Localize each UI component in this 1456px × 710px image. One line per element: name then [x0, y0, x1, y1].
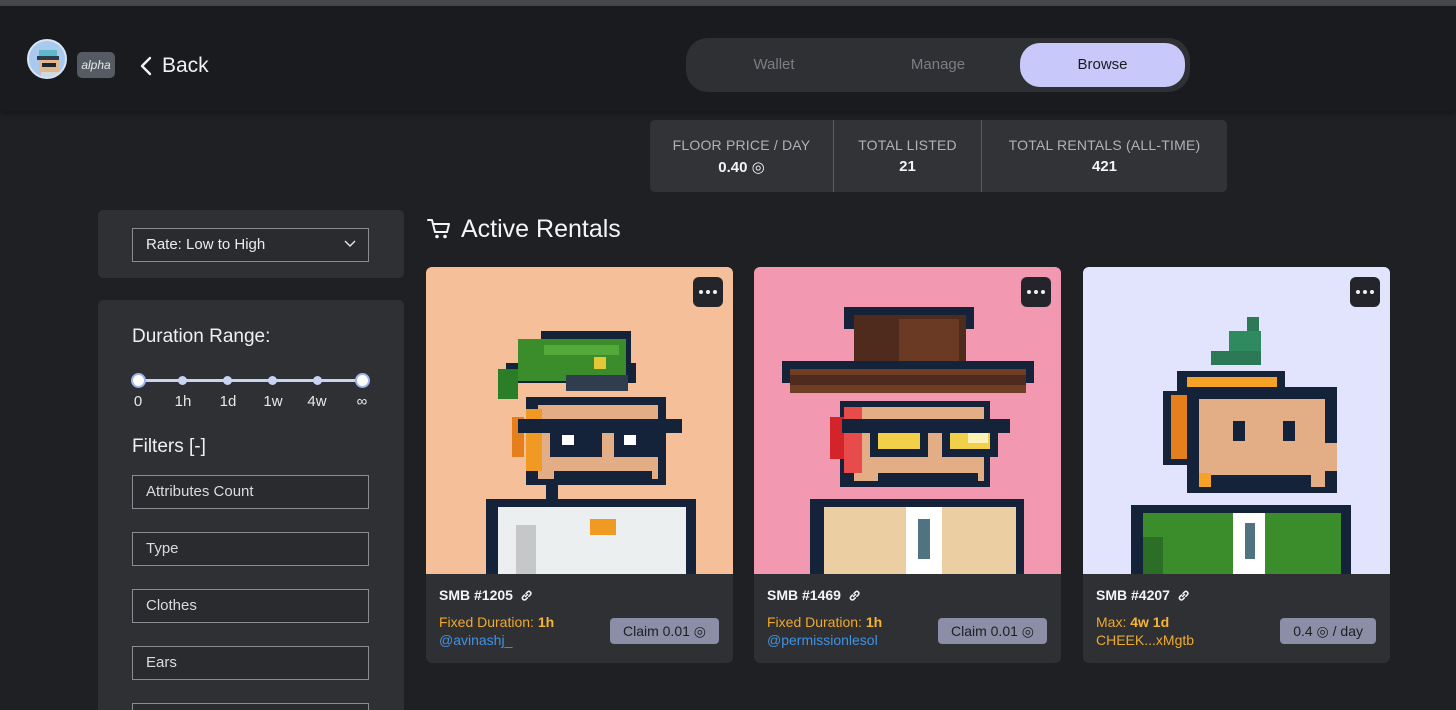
more-options-button[interactable]	[693, 277, 723, 307]
filter-type[interactable]: Type	[132, 532, 369, 566]
stat-label: TOTAL LISTED	[858, 137, 957, 153]
dot-icon	[1034, 290, 1038, 294]
slider-handle-max[interactable]	[354, 373, 370, 388]
owner-address[interactable]: CHEEK...xMgtb	[1096, 632, 1194, 648]
stat-total-rentals: TOTAL RENTALS (ALL-TIME) 421	[981, 120, 1227, 192]
max-value: 4w 1d	[1130, 614, 1170, 630]
sort-select-value: Rate: Low to High	[146, 236, 266, 253]
claim-button[interactable]: Claim 0.01 ◎	[937, 618, 1047, 644]
nft-name-link[interactable]: SMB #1205	[439, 587, 533, 603]
dot-icon	[1363, 290, 1367, 294]
sort-panel: Rate: Low to High	[98, 210, 404, 278]
owner-link[interactable]: @avinashj_	[439, 632, 512, 648]
max-label: Max:	[1096, 614, 1131, 630]
tab-browse[interactable]: Browse	[1020, 43, 1185, 87]
chevron-left-icon	[140, 56, 152, 76]
duration-value: 1h	[865, 614, 883, 630]
nft-name-link[interactable]: SMB #4207	[1096, 587, 1190, 603]
stat-floor-price: FLOOR PRICE / DAY 0.40 ◎	[650, 120, 833, 192]
nft-image	[426, 267, 733, 574]
filter-mouth[interactable]	[132, 703, 369, 710]
rental-card[interactable]: SMB #1469 Fixed Duration: 1h @permission…	[754, 267, 1061, 663]
link-icon	[849, 590, 860, 601]
chevron-down-icon	[344, 240, 356, 247]
rent-rate-button[interactable]: 0.4 ◎ / day	[1280, 618, 1376, 644]
filters-toggle[interactable]: Filters [-]	[132, 436, 206, 458]
slider-tick-label: 0	[133, 393, 143, 410]
stat-label: TOTAL RENTALS (ALL-TIME)	[1008, 137, 1201, 153]
filters-panel: Duration Range: 0 1h 1d 1w 4w ∞ Filters …	[98, 300, 404, 710]
alpha-badge: alpha	[77, 52, 115, 78]
rental-duration: Fixed Duration: 1h	[439, 614, 554, 630]
dot-icon	[1027, 290, 1031, 294]
duration-label: Fixed Duration:	[767, 614, 866, 630]
dot-icon	[1356, 290, 1360, 294]
stat-value: 0.40 ◎	[718, 158, 765, 176]
owner-link[interactable]: @permissionlesol	[767, 632, 878, 648]
slider-tick-label: ∞	[356, 393, 368, 410]
duration-slider[interactable]	[130, 373, 370, 389]
stat-value: 21	[899, 158, 916, 175]
more-options-button[interactable]	[1021, 277, 1051, 307]
tab-wallet[interactable]: Wallet	[692, 43, 856, 87]
dot-icon	[713, 290, 717, 294]
header: alpha Back Wallet Manage Browse	[0, 6, 1456, 111]
cart-icon	[427, 219, 450, 239]
stats-bar: FLOOR PRICE / DAY 0.40 ◎ TOTAL LISTED 21…	[650, 120, 1227, 192]
claim-button[interactable]: Claim 0.01 ◎	[609, 618, 719, 644]
filter-ears[interactable]: Ears	[132, 646, 369, 680]
slider-tick-label: 1w	[263, 393, 283, 410]
link-icon	[1178, 590, 1189, 601]
slider-step-dot	[178, 376, 188, 385]
dot-icon	[1370, 290, 1374, 294]
dot-icon	[1041, 290, 1045, 294]
more-options-button[interactable]	[1350, 277, 1380, 307]
app-logo[interactable]	[27, 39, 67, 79]
duration-value: 1h	[537, 614, 555, 630]
nft-image	[754, 267, 1061, 574]
rental-card[interactable]: SMB #4207 Max: 4w 1d CHEEK...xMgtb 0.4 ◎…	[1083, 267, 1390, 663]
rental-duration: Fixed Duration: 1h	[767, 614, 882, 630]
stat-value: 421	[1091, 158, 1118, 175]
sort-select[interactable]: Rate: Low to High	[132, 228, 369, 262]
nft-name: SMB #1469	[767, 587, 841, 603]
slider-tick-label: 1h	[174, 393, 192, 410]
section-title: Active Rentals	[461, 214, 621, 243]
active-rentals-heading: Active Rentals	[427, 212, 621, 246]
filter-attributes-count[interactable]: Attributes Count	[132, 475, 369, 509]
dot-icon	[706, 290, 710, 294]
slider-tick-label: 1d	[219, 393, 237, 410]
slider-tick-label: 4w	[307, 393, 327, 410]
nav-tabs: Wallet Manage Browse	[686, 38, 1190, 92]
duration-label: Fixed Duration:	[439, 614, 538, 630]
link-icon	[521, 590, 532, 601]
dot-icon	[699, 290, 703, 294]
back-label: Back	[162, 54, 209, 77]
stat-label: FLOOR PRICE / DAY	[672, 136, 811, 153]
rental-card[interactable]: SMB #1205 Fixed Duration: 1h @avinashj_ …	[426, 267, 733, 663]
slider-ticks: 0 1h 1d 1w 4w ∞	[98, 393, 404, 413]
stat-total-listed: TOTAL LISTED 21	[833, 120, 981, 192]
back-button[interactable]: Back	[140, 52, 209, 80]
rental-max-duration: Max: 4w 1d	[1096, 614, 1169, 630]
slider-track	[138, 379, 362, 382]
nft-name: SMB #4207	[1096, 587, 1170, 603]
slider-step-dot	[312, 376, 322, 385]
duration-range-title: Duration Range:	[132, 326, 271, 347]
filter-clothes[interactable]: Clothes	[132, 589, 369, 623]
slider-step-dot	[267, 376, 277, 385]
nft-name-link[interactable]: SMB #1469	[767, 587, 861, 603]
nft-name: SMB #1205	[439, 587, 513, 603]
slider-handle-min[interactable]	[130, 373, 146, 388]
tab-manage[interactable]: Manage	[856, 43, 1020, 87]
nft-image	[1083, 267, 1390, 574]
slider-step-dot	[223, 376, 233, 385]
